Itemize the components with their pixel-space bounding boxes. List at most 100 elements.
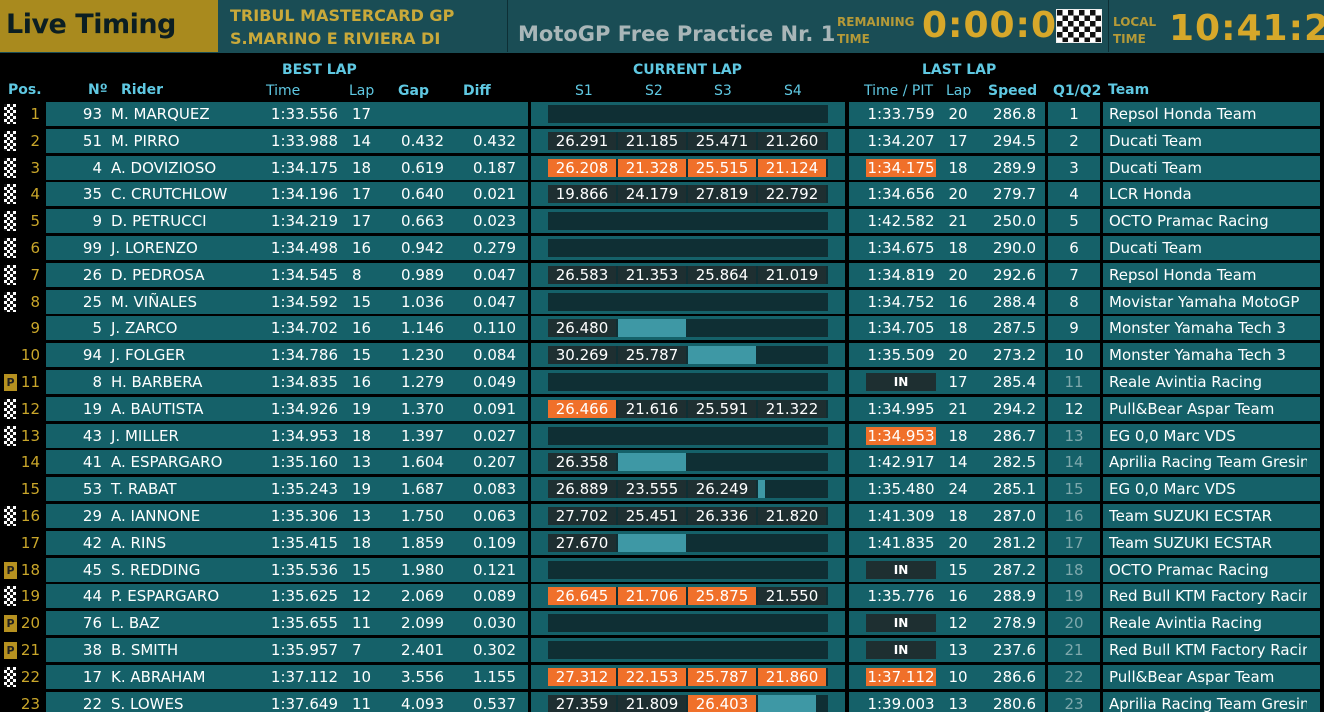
table-row[interactable]: 19 44 P. ESPARGARO 1:35.625 12 2.069 0.089 26.6… bbox=[0, 584, 1324, 610]
rider-name[interactable]: P. ESPARGARO bbox=[111, 587, 271, 605]
rider-number: 51 bbox=[82, 132, 102, 150]
team-name[interactable]: OCTO Pramac Racing bbox=[1109, 561, 1307, 579]
team-name[interactable]: LCR Honda bbox=[1109, 185, 1307, 203]
header-rider[interactable]: Rider bbox=[121, 82, 163, 98]
table-row[interactable]: 22 17 K. ABRAHAM 1:37.112 10 3.556 1.155 27.312… bbox=[0, 665, 1324, 691]
table-row[interactable]: 8 25 M. VIÑALES 1:34.592 15 1.036 0.047 1:34.75… bbox=[0, 290, 1324, 316]
sector-3-time: 26.336 bbox=[688, 507, 756, 525]
rider-number: 19 bbox=[82, 400, 102, 418]
session-name: MotoGP Free Practice Nr. 1 bbox=[518, 22, 836, 46]
rider-name[interactable]: A. IANNONE bbox=[111, 507, 271, 525]
team-name[interactable]: Team SUZUKI ECSTAR bbox=[1109, 534, 1307, 552]
rider-name[interactable]: S. LOWES bbox=[111, 695, 271, 712]
header-s2[interactable]: S2 bbox=[645, 83, 663, 99]
rider-name[interactable]: M. PIRRO bbox=[111, 132, 271, 150]
header-s4[interactable]: S4 bbox=[784, 83, 802, 99]
gap-value: 1.397 bbox=[401, 427, 444, 445]
team-name[interactable]: Ducati Team bbox=[1109, 239, 1307, 257]
table-row[interactable]: 10 94 J. FOLGER 1:34.786 15 1.230 0.084 30.269 2… bbox=[0, 343, 1324, 369]
header-last-lap: LAST LAP bbox=[922, 62, 997, 78]
team-name[interactable]: Repsol Honda Team bbox=[1109, 266, 1307, 284]
header-team[interactable]: Team bbox=[1108, 82, 1149, 98]
table-row[interactable]: 3 4 A. DOVIZIOSO 1:34.175 18 0.619 0.187 26.208… bbox=[0, 156, 1324, 182]
gap-value: 0.942 bbox=[401, 239, 444, 257]
table-row[interactable]: P 18 45 S. REDDING 1:35.536 15 1.980 0.121 IN 15 2… bbox=[0, 558, 1324, 584]
team-name[interactable]: Monster Yamaha Tech 3 bbox=[1109, 319, 1307, 337]
current-lap-sectors: 26.466 21.616 25.591 21.322 bbox=[548, 400, 828, 418]
table-row[interactable]: 12 19 A. BAUTISTA 1:34.926 19 1.370 0.091 26.46… bbox=[0, 397, 1324, 423]
sector-2-time: 25.451 bbox=[618, 507, 686, 525]
rider-name[interactable]: J. MILLER bbox=[111, 427, 271, 445]
rider-name[interactable]: A. BAUTISTA bbox=[111, 400, 271, 418]
rider-name[interactable]: J. FOLGER bbox=[111, 346, 271, 364]
table-row[interactable]: P 11 8 H. BARBERA 1:34.835 16 1.279 0.049 IN 17 28… bbox=[0, 370, 1324, 396]
header-last-lap-no[interactable]: Lap bbox=[946, 83, 971, 99]
team-name[interactable]: Red Bull KTM Factory Racing bbox=[1109, 641, 1307, 659]
team-name[interactable]: Ducati Team bbox=[1109, 132, 1307, 150]
table-row[interactable]: 13 43 J. MILLER 1:34.953 18 1.397 0.027 1:34.95… bbox=[0, 424, 1324, 450]
team-name[interactable]: EG 0,0 Marc VDS bbox=[1109, 480, 1307, 498]
rider-name[interactable]: S. REDDING bbox=[111, 561, 271, 579]
team-name[interactable]: Team SUZUKI ECSTAR bbox=[1109, 507, 1307, 525]
rider-name[interactable]: D. PETRUCCI bbox=[111, 212, 271, 230]
table-row[interactable]: P 20 76 L. BAZ 1:35.655 11 2.099 0.030 IN 12 278.9… bbox=[0, 611, 1324, 637]
rider-name[interactable]: J. ZARCO bbox=[111, 319, 271, 337]
table-row[interactable]: 9 5 J. ZARCO 1:34.702 16 1.146 0.110 26.480 1:34… bbox=[0, 316, 1324, 342]
team-name[interactable]: OCTO Pramac Racing bbox=[1109, 212, 1307, 230]
header-speed[interactable]: Speed bbox=[988, 83, 1037, 99]
header-q1q2[interactable]: Q1/Q2 bbox=[1053, 83, 1101, 99]
table-row[interactable]: 4 35 C. CRUTCHLOW 1:34.196 17 0.640 0.021 19.86… bbox=[0, 182, 1324, 208]
position: 20 bbox=[20, 614, 40, 632]
rider-name[interactable]: M. VIÑALES bbox=[111, 293, 271, 311]
team-name[interactable]: Monster Yamaha Tech 3 bbox=[1109, 346, 1307, 364]
team-name[interactable]: Reale Avintia Racing bbox=[1109, 614, 1307, 632]
table-row[interactable]: 16 29 A. IANNONE 1:35.306 13 1.750 0.063 27.702… bbox=[0, 504, 1324, 530]
sector-2-time bbox=[618, 319, 686, 337]
header-time-pit[interactable]: Time / PIT bbox=[864, 83, 933, 99]
q-group: 9 bbox=[1069, 319, 1079, 337]
rider-name[interactable]: K. ABRAHAM bbox=[111, 668, 271, 686]
rider-name[interactable]: H. BARBERA bbox=[111, 373, 271, 391]
best-lap-time: 1:34.196 bbox=[270, 185, 338, 203]
team-name[interactable]: Pull&Bear Aspar Team bbox=[1109, 668, 1307, 686]
rider-name[interactable]: L. BAZ bbox=[111, 614, 271, 632]
rider-name[interactable]: J. LORENZO bbox=[111, 239, 271, 257]
team-name[interactable]: Reale Avintia Racing bbox=[1109, 373, 1307, 391]
header-best-lap-no[interactable]: Lap bbox=[349, 83, 374, 99]
rider-name[interactable]: B. SMITH bbox=[111, 641, 271, 659]
table-row[interactable]: 6 99 J. LORENZO 1:34.498 16 0.942 0.279 1:34.67… bbox=[0, 236, 1324, 262]
header-pos[interactable]: Pos. bbox=[8, 82, 42, 98]
table-row[interactable]: P 21 38 B. SMITH 1:35.957 7 2.401 0.302 IN 13 237.… bbox=[0, 638, 1324, 664]
team-name[interactable]: Aprilia Racing Team Gresini bbox=[1109, 695, 1307, 712]
rider-name[interactable]: A. DOVIZIOSO bbox=[111, 159, 271, 177]
team-name[interactable]: Red Bull KTM Factory Racing bbox=[1109, 587, 1307, 605]
table-row[interactable]: 23 22 S. LOWES 1:37.649 11 4.093 0.537 27.359 21… bbox=[0, 692, 1324, 712]
rider-name[interactable]: T. RABAT bbox=[111, 480, 271, 498]
rider-name[interactable]: A. ESPARGARO bbox=[111, 453, 271, 471]
team-name[interactable]: Pull&Bear Aspar Team bbox=[1109, 400, 1307, 418]
table-row[interactable]: 17 42 A. RINS 1:35.415 18 1.859 0.109 27.670 1:4… bbox=[0, 531, 1324, 557]
header-number[interactable]: Nº bbox=[88, 82, 108, 98]
table-row[interactable]: 14 41 A. ESPARGARO 1:35.160 13 1.604 0.207 26.3… bbox=[0, 450, 1324, 476]
last-lap-number: 24 bbox=[948, 480, 968, 498]
header-s3[interactable]: S3 bbox=[714, 83, 732, 99]
header-gap[interactable]: Gap bbox=[398, 83, 429, 99]
team-name[interactable]: Aprilia Racing Team Gresini bbox=[1109, 453, 1307, 471]
team-name[interactable]: Ducati Team bbox=[1109, 159, 1307, 177]
sector-1-time: 30.269 bbox=[548, 346, 616, 364]
header-s1[interactable]: S1 bbox=[575, 83, 593, 99]
table-row[interactable]: 5 9 D. PETRUCCI 1:34.219 17 0.663 0.023 1:42.58… bbox=[0, 209, 1324, 235]
table-row[interactable]: 2 51 M. PIRRO 1:33.988 14 0.432 0.432 26.291 21.… bbox=[0, 129, 1324, 155]
rider-name[interactable]: C. CRUTCHLOW bbox=[111, 185, 271, 203]
header-diff[interactable]: Diff bbox=[463, 83, 491, 99]
table-row[interactable]: 7 26 D. PEDROSA 1:34.545 8 0.989 0.047 26.583 21… bbox=[0, 263, 1324, 289]
rider-name[interactable]: A. RINS bbox=[111, 534, 271, 552]
rider-name[interactable]: M. MARQUEZ bbox=[111, 105, 271, 123]
table-row[interactable]: 1 93 M. MARQUEZ 1:33.556 17 1:33.759 20 286.8 1 R… bbox=[0, 102, 1324, 128]
header-best-time[interactable]: Time bbox=[266, 83, 300, 99]
team-name[interactable]: EG 0,0 Marc VDS bbox=[1109, 427, 1307, 445]
table-row[interactable]: 15 53 T. RABAT 1:35.243 19 1.687 0.083 26.889 23… bbox=[0, 477, 1324, 503]
team-name[interactable]: Movistar Yamaha MotoGP bbox=[1109, 293, 1307, 311]
team-name[interactable]: Repsol Honda Team bbox=[1109, 105, 1307, 123]
rider-name[interactable]: D. PEDROSA bbox=[111, 266, 271, 284]
